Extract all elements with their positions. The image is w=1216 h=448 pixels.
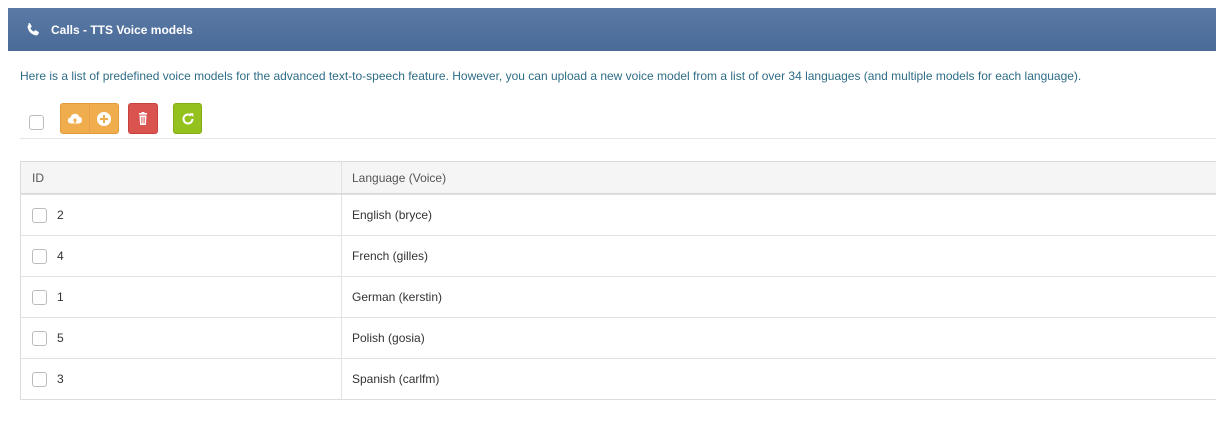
table-header-row: ID Language (Voice) — [21, 162, 1216, 194]
row-id: 2 — [57, 208, 64, 222]
id-cell: 2 — [21, 195, 342, 235]
row-id: 1 — [57, 290, 64, 304]
table-row[interactable]: 1 German (kerstin) — [21, 276, 1216, 317]
cloud-upload-icon — [67, 113, 82, 124]
select-all-checkbox[interactable] — [29, 115, 44, 130]
language-cell: English (bryce) — [342, 195, 1216, 235]
upload-add-button-group — [60, 103, 119, 134]
toolbar — [20, 103, 1216, 139]
row-language: Spanish (carlfm) — [352, 372, 440, 386]
table-row[interactable]: 3 Spanish (carlfm) — [21, 358, 1216, 399]
delete-button[interactable] — [128, 103, 158, 134]
upload-button[interactable] — [61, 104, 89, 133]
page-title: Calls - TTS Voice models — [51, 22, 193, 37]
id-cell: 5 — [21, 318, 342, 358]
page-header: Calls - TTS Voice models — [8, 8, 1216, 51]
row-checkbox[interactable] — [32, 248, 47, 264]
row-language: German (kerstin) — [352, 290, 443, 304]
row-checkbox[interactable] — [32, 371, 47, 387]
row-checkbox[interactable] — [32, 289, 47, 305]
add-icon — [96, 111, 111, 126]
row-checkbox[interactable] — [32, 330, 47, 346]
language-cell: French (gilles) — [342, 236, 1216, 276]
id-cell: 1 — [21, 277, 342, 317]
row-id: 5 — [57, 331, 64, 345]
table-row[interactable]: 5 Polish (gosia) — [21, 317, 1216, 358]
row-language: Polish (gosia) — [352, 331, 425, 345]
row-language: French (gilles) — [352, 249, 429, 263]
table-row[interactable]: 2 English (bryce) — [21, 194, 1216, 235]
phone-icon — [27, 22, 39, 35]
refresh-button[interactable] — [173, 103, 202, 134]
language-cell: Spanish (carlfm) — [342, 359, 1216, 399]
column-header-id[interactable]: ID — [21, 162, 342, 193]
trash-icon — [139, 111, 147, 125]
row-id: 3 — [57, 372, 64, 386]
language-cell: Polish (gosia) — [342, 318, 1216, 358]
id-cell: 4 — [21, 236, 342, 276]
description-text: Here is a list of predefined voice model… — [20, 69, 1082, 83]
row-language: English (bryce) — [352, 208, 433, 222]
voice-models-table: ID Language (Voice) 2 English (bryce) 4 … — [20, 161, 1216, 400]
row-id: 4 — [57, 249, 64, 263]
language-cell: German (kerstin) — [342, 277, 1216, 317]
id-cell: 3 — [21, 359, 342, 399]
table-row[interactable]: 4 French (gilles) — [21, 235, 1216, 276]
refresh-icon — [182, 112, 193, 124]
column-header-language[interactable]: Language (Voice) — [342, 162, 1216, 193]
row-checkbox[interactable] — [32, 207, 47, 223]
add-button[interactable] — [90, 104, 118, 133]
